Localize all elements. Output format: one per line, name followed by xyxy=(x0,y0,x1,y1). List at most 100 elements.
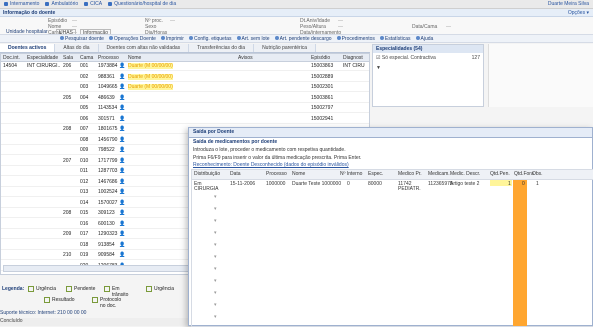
patient-operations-button[interactable]: Operações Doente xyxy=(108,36,156,42)
table-row[interactable]: 003 1049665 Duarte (M 00/00/00) 15002301 👤 xyxy=(1,83,369,92)
cell-ep: 15003863 xyxy=(311,63,334,69)
dispense-row[interactable]: Em CIRURGIA 15-11-2006 1000000 Duarte Te… xyxy=(192,180,593,192)
patient-dispense-dialog: Saída por Doente Saída de medicamentos p… xyxy=(188,127,593,327)
dcell-qty-out[interactable]: 0 xyxy=(522,181,525,187)
statistics-button[interactable]: Estatísticas xyxy=(379,36,411,42)
dcell-qty-pending[interactable]: 1 xyxy=(508,181,511,187)
cell-cama: 006 xyxy=(80,115,89,122)
dcol-qty-out[interactable]: Qtd.Fora xyxy=(514,171,534,177)
help-button[interactable]: Ajuda xyxy=(415,36,433,42)
grid-header: Doc.int. Especialidade Sala Cama Process… xyxy=(1,54,369,62)
options-menu[interactable]: Opções ▾ xyxy=(568,9,589,17)
cell-ep: 15002301 xyxy=(311,84,334,90)
table-row[interactable]: 205 004 486639 15003861 👤 xyxy=(1,94,369,103)
legend-result: Resultado xyxy=(44,297,75,303)
nav-cica[interactable]: CICA xyxy=(84,1,102,7)
cica-icon xyxy=(84,1,89,6)
person-icon: 👤 xyxy=(119,178,126,185)
col-episode[interactable]: Episódio xyxy=(311,55,330,61)
result-swatch-icon xyxy=(44,297,50,303)
right-pane xyxy=(488,44,593,107)
col-specialty[interactable]: Especialidade xyxy=(27,55,58,61)
cell-cama: 001 xyxy=(80,63,89,69)
row-marker-icon: ▾ xyxy=(214,230,217,236)
tab-active-patients[interactable]: Doentes activos xyxy=(0,44,56,52)
table-row[interactable]: 006 301571 15002941 👤 xyxy=(1,115,369,124)
dispense-grid-header: Distribuição Data Processo Nome Nº Inter… xyxy=(192,170,593,180)
dcol-name[interactable]: Nome xyxy=(292,171,305,177)
col-doc[interactable]: Doc.int. xyxy=(3,55,20,61)
col-name[interactable]: Nome xyxy=(128,55,141,61)
col-diagnosis[interactable]: Diagnost xyxy=(343,55,363,61)
cell-cama: 016 xyxy=(80,220,89,227)
patient-details-panel: Episódio — Nome — Cama — Nº proc. — Sexo… xyxy=(0,17,593,37)
specialty-item[interactable]: ☑ Só especial. Contractiva 127 xyxy=(373,53,483,63)
hospital-icon xyxy=(108,1,113,6)
cell-sala: 205 xyxy=(63,94,72,101)
dcol-medicine-descr[interactable]: Medic. Descr. xyxy=(450,171,480,177)
cell-proc: 913854 xyxy=(98,241,115,248)
cell-proc: 1570027 xyxy=(98,199,118,206)
dcol-obs[interactable]: Obs. xyxy=(532,171,543,177)
printer-icon xyxy=(160,36,165,41)
table-row[interactable]: 005 1143534 15002797 👤 xyxy=(1,104,369,113)
cell-proc: 1290323 xyxy=(98,231,118,237)
legend-urgency: Urgência xyxy=(146,286,174,292)
person-icon: 👤 xyxy=(119,115,126,122)
unknown-patient-link[interactable]: Reconhecimento: Doente Desconhecido (dad… xyxy=(189,162,592,168)
cell-cama: 014 xyxy=(80,199,89,206)
table-row[interactable]: 002 988361 Duarte (M 00/00/00) 15002889 👤 xyxy=(1,73,369,82)
dcol-date[interactable]: Data xyxy=(230,171,241,177)
pending-button[interactable]: Art. pendente descargo xyxy=(274,36,332,42)
person-icon: 👤 xyxy=(119,168,126,174)
checkbox-icon[interactable]: ☑ xyxy=(376,55,380,61)
cell-proc: 1801675 xyxy=(98,126,118,132)
nav-hospital-de-dia[interactable]: Questionário/hospital de dia xyxy=(108,1,176,7)
cell-cama: 008 xyxy=(80,136,89,143)
dcol-specialty[interactable]: Espec. xyxy=(368,171,383,177)
urgent-swatch-icon xyxy=(28,286,34,292)
col-process[interactable]: Processo xyxy=(98,55,119,61)
dcol-process[interactable]: Processo xyxy=(266,171,287,177)
ward-icon xyxy=(4,1,8,6)
dcell-date: 15-11-2006 xyxy=(230,181,256,187)
dcol-medicine[interactable]: Medicam. xyxy=(428,171,450,177)
row-marker-icon: ▾ xyxy=(214,302,217,308)
dialog-subtitle: Saída de medicamentos por doente xyxy=(193,139,278,145)
dcol-distribution[interactable]: Distribuição xyxy=(194,171,220,177)
label-config-button[interactable]: Config. etiquetas xyxy=(188,36,232,42)
clinic-icon xyxy=(45,1,50,6)
procedures-button[interactable]: Procedimentos xyxy=(336,36,375,42)
dcol-internal[interactable]: Nº Interno xyxy=(340,171,362,177)
tab-discharges-today[interactable]: Altas do dia xyxy=(55,44,99,52)
person-icon: 👤 xyxy=(119,210,126,216)
nav-ambulatorio[interactable]: Ambulatório xyxy=(45,1,78,7)
dcol-doctor[interactable]: Medico Pr. xyxy=(398,171,422,177)
legend-transit: Em trânsito xyxy=(104,286,128,298)
col-bed[interactable]: Cama xyxy=(80,55,93,61)
nav-internamento[interactable]: Internamento xyxy=(4,1,39,7)
tab-unvalidated-discharges[interactable]: Doentes com altas não validadas xyxy=(98,44,190,52)
tab-transfers-today[interactable]: Transferências do dia xyxy=(189,44,255,52)
filter-icon[interactable]: ▼ xyxy=(373,63,483,73)
procedure-icon xyxy=(336,36,341,41)
print-button[interactable]: Imprimir xyxy=(160,36,184,42)
person-icon: 👤 xyxy=(119,94,126,101)
cell-cama: 003 xyxy=(80,84,89,90)
specialties-panel: Especialidades (54) ☑ Só especial. Contr… xyxy=(372,44,484,107)
person-icon: 👤 xyxy=(119,136,126,143)
search-patient-button[interactable]: Pesquisar doente xyxy=(60,36,104,42)
cell-cama: 009 xyxy=(80,147,89,153)
row-marker-icon: ▾ xyxy=(214,242,217,248)
table-row[interactable]: 14504 INT CIRURGI.. 206 001 1973884 Duarte (M… xyxy=(1,62,369,71)
cell-proc: 1717799 xyxy=(98,157,118,164)
cell-proc: 301571 xyxy=(98,115,115,122)
cell-proc: 1973884 xyxy=(98,63,118,69)
col-room[interactable]: Sala xyxy=(63,55,73,61)
user-name[interactable]: Duarte Meira Silva xyxy=(548,1,593,7)
no-lot-button[interactable]: Art. sem lote xyxy=(236,36,270,42)
dcol-qty-pending[interactable]: Qtd.Pen. xyxy=(490,171,510,177)
box-icon xyxy=(236,36,241,41)
tab-parenteral-nutrition[interactable]: Nutrição parentérica xyxy=(254,44,317,52)
col-warnings[interactable]: Avisos xyxy=(238,55,253,61)
